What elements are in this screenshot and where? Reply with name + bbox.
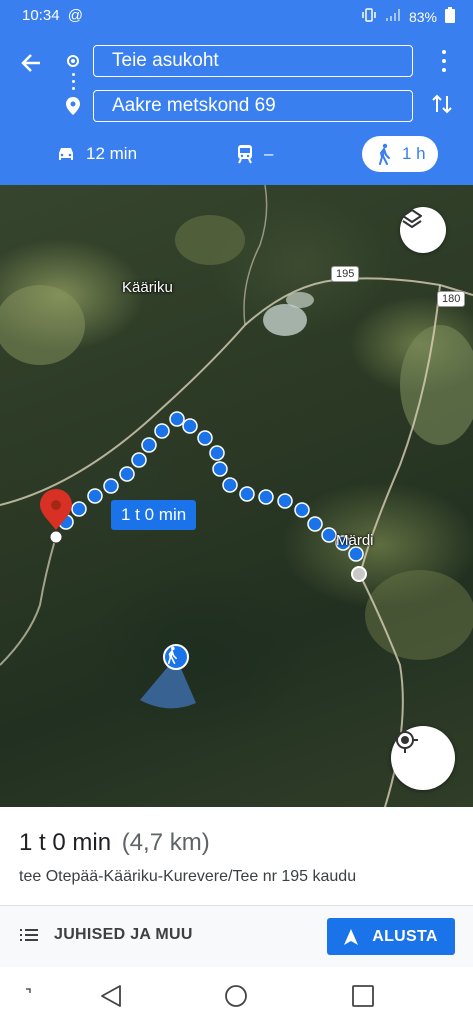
map-view[interactable]: Kääriku Märdi 195 180 1 t 0 min (0, 185, 473, 807)
route-line (58, 411, 364, 562)
back-arrow-icon (21, 54, 40, 72)
status-bar: 10:34 @ 83% (0, 0, 473, 32)
map-label-mardi: Märdi (336, 532, 374, 549)
back-button[interactable] (18, 50, 44, 76)
recent-apps-small-button[interactable] (22, 983, 48, 1009)
summary-duration: 1 t 0 min (19, 829, 112, 856)
nav-home-button[interactable] (223, 983, 249, 1009)
mode-drive-label: 12 min (86, 144, 138, 163)
navigation-arrow-icon (344, 928, 359, 945)
current-location-walker-icon (163, 644, 189, 670)
layers-button[interactable] (400, 207, 446, 253)
vibrate-icon (361, 7, 377, 26)
layers-icon (402, 209, 422, 228)
map-canvas (0, 185, 473, 807)
route-start-marker (351, 566, 367, 582)
start-navigation-button[interactable]: ALUSTA (327, 918, 455, 955)
mode-drive-tab[interactable]: 12 min (56, 136, 137, 172)
swap-arrows-icon (432, 94, 452, 114)
origin-field[interactable]: Teie asukoht (93, 45, 413, 77)
mode-transit-tab[interactable]: – (236, 136, 273, 172)
route-duration-bubble[interactable]: 1 t 0 min (111, 500, 197, 530)
signal-icon (385, 8, 401, 25)
directions-header: Teie asukoht Aakre metskond 69 12 min – … (0, 32, 473, 185)
destination-pin-icon (66, 97, 80, 115)
steps-more-button[interactable]: JUHISED JA MUU (20, 926, 193, 944)
nav-recents-button[interactable] (350, 983, 376, 1009)
list-icon (20, 929, 38, 941)
status-icons: 83% (361, 7, 455, 26)
destination-field[interactable]: Aakre metskond 69 (93, 90, 413, 122)
road-badge-180: 180 (437, 291, 466, 307)
sheet-actions: JUHISED JA MUU ALUSTA (0, 906, 473, 969)
steps-more-label: JUHISED JA MUU (54, 926, 193, 943)
car-icon (59, 148, 73, 160)
nav-recents-icon (352, 985, 374, 1007)
road-badge-195: 195 (331, 266, 360, 282)
nav-back-button[interactable] (98, 983, 124, 1009)
more-options-button[interactable] (439, 50, 449, 72)
mode-walk-tab[interactable]: 1 h (362, 136, 438, 172)
crosshair-icon (392, 727, 418, 753)
route-connector-icon (72, 73, 75, 91)
system-nav-bar (0, 967, 473, 1024)
status-time: 10:34 @ (22, 7, 83, 24)
mode-walk-label: 1 h (402, 144, 426, 163)
train-icon (238, 145, 252, 164)
clock-text: 10:34 (22, 7, 60, 24)
travel-mode-bar: 12 min – 1 h (0, 134, 473, 174)
battery-percent: 83% (408, 8, 437, 25)
at-icon: @ (67, 7, 83, 24)
start-label: ALUSTA (372, 927, 438, 945)
walk-icon (379, 143, 390, 165)
route-summary-sheet[interactable]: 1 t 0 min (4,7 km) tee Otepää-Kääriku-Ku… (0, 807, 473, 969)
nav-back-icon (101, 985, 121, 1007)
swap-button[interactable] (431, 92, 453, 116)
summary-distance: (4,7 km) (121, 829, 210, 856)
route-summary: 1 t 0 min (4,7 km) (19, 829, 210, 857)
my-location-button[interactable] (391, 726, 455, 790)
origin-dot-icon (67, 55, 79, 67)
nav-home-icon (225, 985, 247, 1007)
map-label-kaariku: Kääriku (122, 279, 173, 296)
route-via-text: tee Otepää-Kääriku-Kurevere/Tee nr 195 k… (19, 868, 357, 885)
dot-icon (26, 988, 31, 993)
mode-transit-label: – (264, 144, 274, 163)
destination-marker[interactable] (40, 489, 72, 544)
battery-icon (445, 7, 455, 26)
